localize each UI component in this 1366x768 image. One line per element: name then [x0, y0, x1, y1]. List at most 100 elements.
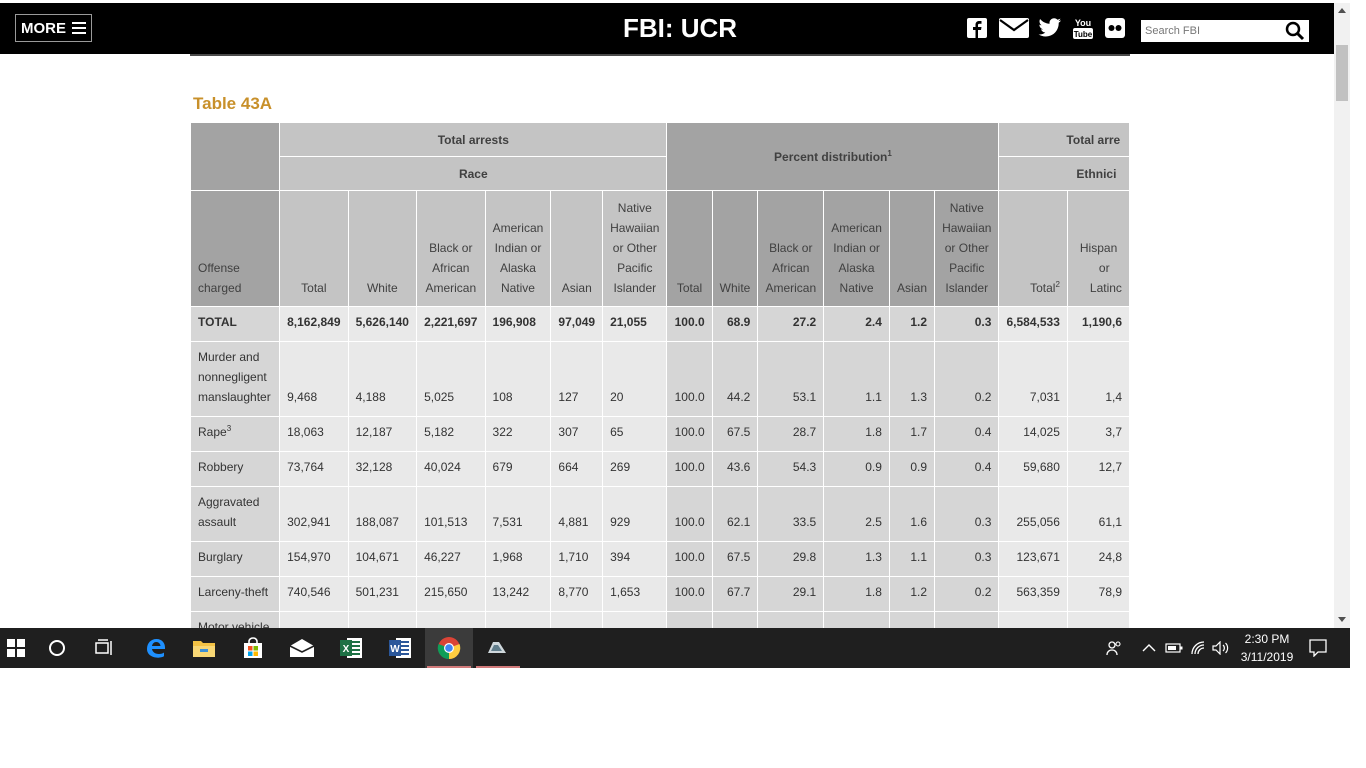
- site-title[interactable]: FBI: UCR: [560, 13, 800, 44]
- cell-aian: 679: [484, 451, 552, 487]
- footnote-marker[interactable]: 3: [227, 424, 231, 433]
- cell-p_black: 27.2: [757, 306, 825, 342]
- cell-hisp: [1066, 611, 1130, 628]
- scroll-down-arrow-icon[interactable]: [1338, 617, 1346, 622]
- store-icon[interactable]: [229, 628, 277, 668]
- cell-asian: 307: [550, 416, 604, 452]
- cell-p_asian: 1.1: [888, 541, 936, 577]
- chrome-icon[interactable]: [425, 628, 473, 668]
- cell-black: 2,221,697: [416, 306, 486, 342]
- cell-p_black: 29.8: [757, 541, 825, 577]
- search-icon[interactable]: [1285, 21, 1305, 41]
- cell-black: 46,227: [416, 541, 486, 577]
- mail-icon[interactable]: [998, 17, 1030, 39]
- cell-p_total: 100.0: [666, 341, 713, 417]
- twitter-icon[interactable]: [1038, 17, 1062, 39]
- action-center-icon[interactable]: [1306, 628, 1330, 668]
- table-row: Motor vehicle: [190, 611, 1130, 628]
- cell-black: 40,024: [416, 451, 486, 487]
- offense-cell: Rape3: [190, 416, 281, 452]
- cell-p_black: 28.7: [757, 416, 825, 452]
- col-offense-charged: Offense charged: [190, 190, 281, 307]
- cell-white: 32,128: [347, 451, 418, 487]
- col-pct-black: Black or African American: [757, 190, 825, 307]
- scroll-up-arrow-icon[interactable]: [1338, 8, 1346, 13]
- svg-text:X: X: [343, 644, 350, 655]
- flickr-icon[interactable]: [1103, 17, 1127, 39]
- search-input[interactable]: [1141, 20, 1289, 42]
- footnote-marker[interactable]: 2: [1055, 280, 1059, 289]
- cell-p_total: 100.0: [666, 541, 713, 577]
- facebook-icon[interactable]: [965, 17, 989, 39]
- battery-icon[interactable]: [1164, 628, 1184, 668]
- scrollbar-thumb[interactable]: [1336, 45, 1348, 101]
- col-pct-native-hawaiian: Native Hawaiian or Other Pacific Islander: [934, 190, 1000, 307]
- browser-viewport: MORE FBI: UCR You Tube Table 43A: [0, 0, 1350, 628]
- arrests-table: Total arrests Percent distribution1 Tota…: [190, 122, 1130, 628]
- cortana-search-icon[interactable]: [33, 628, 81, 668]
- cell-hisp: 1,4: [1066, 341, 1130, 417]
- people-icon[interactable]: [1104, 628, 1124, 668]
- cell-eth_total: 7,031: [998, 341, 1068, 417]
- cell-aian: 7,531: [484, 486, 552, 542]
- cell-total: 9,468: [279, 341, 349, 417]
- cell-p_total: 100.0: [666, 576, 713, 612]
- col-pct-american-indian: American Indian or Alaska Native: [823, 190, 890, 307]
- col-asian: Asian: [550, 190, 604, 307]
- cell-p_white: 67.7: [711, 576, 759, 612]
- excel-icon[interactable]: X: [327, 628, 375, 668]
- cell-aian: 1,968: [484, 541, 552, 577]
- edge-icon[interactable]: [132, 628, 180, 668]
- col-total: Total: [279, 190, 349, 307]
- cell-p_total: 100.0: [666, 416, 713, 452]
- clock-time: 2:30 PM: [1244, 632, 1290, 646]
- svg-text:W: W: [390, 644, 400, 655]
- cell-eth_total: 59,680: [998, 451, 1068, 487]
- chevron-up-icon[interactable]: [1140, 628, 1158, 668]
- cell-p_nhopi: 0.3: [934, 486, 1000, 542]
- cell-p_white: [711, 611, 759, 628]
- cell-p_black: [757, 611, 825, 628]
- footnote-marker[interactable]: 1: [887, 149, 891, 158]
- cell-white: 104,671: [347, 541, 418, 577]
- table-row: Burglary 154,970 104,671 46,227 1,968 1,710 39…: [190, 541, 1130, 577]
- corner-header-cell: [190, 122, 281, 191]
- cell-black: [416, 611, 486, 628]
- cell-p_black: 29.1: [757, 576, 825, 612]
- cell-nhopi: 929: [602, 486, 668, 542]
- cell-eth_total: [998, 611, 1068, 628]
- app-icon[interactable]: [474, 628, 522, 668]
- wifi-icon[interactable]: [1189, 628, 1209, 668]
- mail-icon[interactable]: [278, 628, 326, 668]
- cell-p_asian: 1.2: [888, 576, 936, 612]
- cell-p_nhopi: 0.3: [934, 306, 1000, 342]
- cell-white: 4,188: [347, 341, 418, 417]
- cell-total: 8,162,849: [279, 306, 349, 342]
- vertical-scrollbar[interactable]: [1334, 3, 1350, 628]
- cell-asian: 664: [550, 451, 604, 487]
- cell-p_total: [666, 611, 713, 628]
- task-view-icon[interactable]: [81, 628, 129, 668]
- search-box: [1141, 20, 1309, 42]
- cell-p_aian: 2.5: [823, 486, 890, 542]
- more-menu-button[interactable]: MORE: [15, 14, 92, 42]
- youtube-icon[interactable]: You Tube: [1071, 17, 1095, 39]
- offense-cell: Robbery: [190, 451, 281, 487]
- svg-text:You: You: [1075, 18, 1091, 28]
- cell-aian: [484, 611, 552, 628]
- cell-nhopi: 269: [602, 451, 668, 487]
- volume-icon[interactable]: [1211, 628, 1231, 668]
- cell-asian: 1,710: [550, 541, 604, 577]
- running-indicator: [476, 666, 520, 668]
- table-title: Table 43A: [193, 94, 273, 113]
- cell-p_asian: 1.6: [888, 486, 936, 542]
- cell-p_white: 67.5: [711, 416, 759, 452]
- cell-black: 5,025: [416, 341, 486, 417]
- cell-eth_total: 14,025: [998, 416, 1068, 452]
- cell-total: 154,970: [279, 541, 349, 577]
- word-icon[interactable]: W: [376, 628, 424, 668]
- system-clock[interactable]: 2:30 PM 3/11/2019: [1232, 628, 1302, 668]
- cell-p_white: 62.1: [711, 486, 759, 542]
- table-container[interactable]: Total arrests Percent distribution1 Tota…: [190, 122, 1130, 628]
- file-explorer-icon[interactable]: [180, 628, 228, 668]
